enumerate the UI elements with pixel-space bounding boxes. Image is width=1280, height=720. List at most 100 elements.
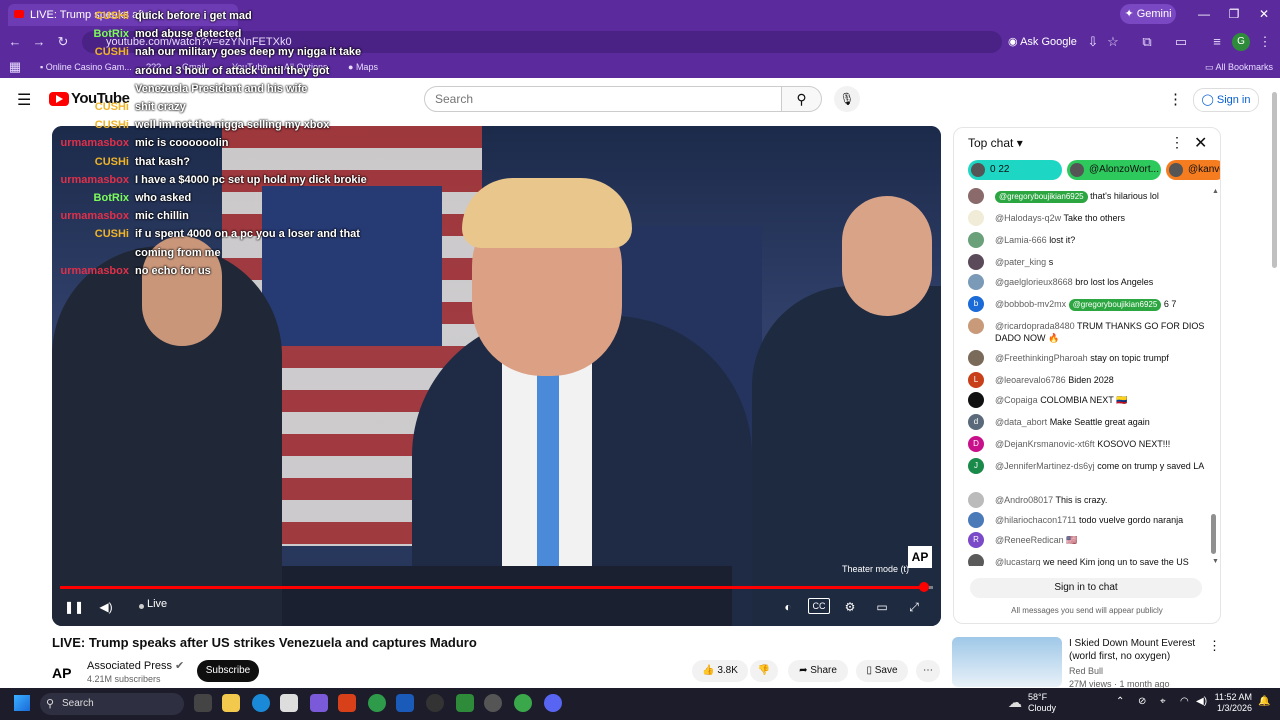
weather-widget[interactable]: 58°F Cloudy <box>1028 692 1056 714</box>
chat-message-list[interactable]: @gregoryboujikian6925 that's hilarious l… <box>954 186 1220 566</box>
live-label[interactable]: Live <box>147 598 167 610</box>
save-button[interactable]: ▯ Save <box>856 660 908 682</box>
close-window-icon[interactable]: ✕ <box>1252 4 1276 24</box>
notification-icon[interactable]: 🔔 <box>1258 696 1270 707</box>
chat-author[interactable]: @DejanKrsmanovic-xt6ft <box>995 439 1095 449</box>
chat-mention[interactable]: @gregoryboujikian6925 <box>995 191 1088 203</box>
app-icon-3[interactable] <box>426 694 444 712</box>
recommendation-title[interactable]: I Skied Down Mount Everest (world first,… <box>1069 637 1199 663</box>
progress-scrubber[interactable] <box>919 582 929 592</box>
maximize-icon[interactable]: ❐ <box>1222 4 1246 24</box>
reload-icon[interactable]: ↻ <box>54 33 72 51</box>
dislike-button[interactable]: 👎 <box>750 660 778 682</box>
chat-avatar[interactable] <box>968 254 984 270</box>
fullscreen-icon[interactable]: ⤢ <box>904 598 924 616</box>
app-icon-2[interactable] <box>338 694 356 712</box>
bookmark-youtube[interactable]: YouTube <box>232 60 267 74</box>
chat-author[interactable]: @FreethinkingPharoah <box>995 353 1088 363</box>
bookmark-all-options[interactable]: All Options <box>284 60 328 74</box>
share-button[interactable]: ➦ Share <box>788 660 848 682</box>
location-icon[interactable]: ⌖ <box>1160 696 1166 707</box>
chat-avatar[interactable] <box>968 392 984 408</box>
chat-author[interactable]: @ReneeRedican <box>995 535 1064 545</box>
app-icon-4[interactable] <box>484 694 502 712</box>
sign-in-button[interactable]: ◯ Sign in <box>1193 88 1259 112</box>
chat-author[interactable]: @bobbob-mv2mx <box>995 299 1066 309</box>
install-icon[interactable]: ⇩ <box>1084 33 1102 51</box>
ticker-pill-2[interactable]: @AlonzoWort... <box>1067 160 1161 180</box>
chat-avatar[interactable] <box>968 492 984 508</box>
profile-avatar[interactable]: G <box>1232 33 1250 51</box>
ticker-pill-1[interactable]: 0 22 <box>968 160 1062 180</box>
chat-author[interactable]: @Andro08017 <box>995 495 1053 505</box>
system-clock[interactable]: 11:52 AM 1/3/2026 <box>1214 692 1252 714</box>
extensions-icon[interactable]: ⧉ <box>1138 33 1156 51</box>
scroll-up-icon[interactable]: ▲ <box>1212 188 1219 195</box>
chat-author[interactable]: @lucastarg <box>995 557 1041 566</box>
task-view-icon[interactable] <box>194 694 212 712</box>
chat-author[interactable]: @Copaiga <box>995 395 1038 405</box>
chat-mode-selector[interactable]: Top chat ▾ <box>968 136 1023 150</box>
chat-avatar[interactable]: b <box>968 296 984 312</box>
app-icon-1[interactable] <box>310 694 328 712</box>
hamburger-menu-icon[interactable]: ☰ <box>17 90 31 110</box>
bookmark-maps[interactable]: ● Maps <box>348 60 378 74</box>
xbox-icon[interactable] <box>456 694 474 712</box>
settings-gear-icon[interactable]: ⚙ <box>840 598 860 616</box>
chat-mention[interactable]: @gregoryboujikian6925 <box>1068 299 1162 311</box>
youtube-logo-text[interactable]: YouTube <box>71 90 130 107</box>
subscribe-button[interactable]: Subscribe <box>197 660 259 682</box>
all-bookmarks[interactable]: ▭ All Bookmarks <box>1205 60 1273 74</box>
speaker-icon[interactable]: ◀) <box>1196 696 1207 707</box>
recommendation-menu-icon[interactable]: ⋮ <box>1208 638 1221 654</box>
chat-more-icon[interactable]: ⋮ <box>1170 134 1184 151</box>
network-icon[interactable]: ⊘ <box>1138 696 1146 707</box>
chat-avatar[interactable]: D <box>968 436 984 452</box>
chat-avatar[interactable]: R <box>968 532 984 548</box>
recommendation-thumbnail[interactable] <box>952 637 1062 687</box>
minimize-icon[interactable]: — <box>1192 4 1216 24</box>
video-player[interactable]: AP Theater mode (t) ❚❚ ◀) Live ◐ CC ⚙ ▭ … <box>52 126 941 626</box>
chat-avatar[interactable] <box>968 188 984 204</box>
settings-dots-icon[interactable]: ⋮ <box>1168 90 1183 108</box>
volume-icon[interactable]: ◀) <box>97 598 115 616</box>
chat-author[interactable]: @JenniferMartinez-ds6yj <box>995 461 1095 471</box>
sign-in-to-chat-button[interactable]: Sign in to chat <box>970 578 1202 598</box>
chat-avatar[interactable] <box>968 232 984 248</box>
tray-chevron-icon[interactable]: ⌃ <box>1116 696 1124 707</box>
chrome-icon[interactable] <box>368 694 386 712</box>
chat-author[interactable]: @hilariochacon1711 <box>995 515 1077 525</box>
channel-avatar[interactable]: AP <box>52 660 78 686</box>
cast-icon[interactable]: ▭ <box>1172 33 1190 51</box>
windows-start-icon[interactable] <box>14 695 30 711</box>
back-icon[interactable]: ← <box>6 33 24 51</box>
chat-avatar[interactable] <box>968 318 984 334</box>
apps-grid-icon[interactable]: ▦ <box>6 58 24 76</box>
chat-close-icon[interactable]: ✕ <box>1194 133 1207 153</box>
bookmark-star-icon[interactable]: ☆ <box>1104 33 1122 51</box>
browser-menu-icon[interactable]: ⋮ <box>1256 33 1274 51</box>
discord-icon[interactable] <box>544 694 562 712</box>
bookmark-casino[interactable]: ▪ Online Casino Gam... <box>40 60 132 74</box>
chat-avatar[interactable] <box>968 512 984 528</box>
address-bar[interactable]: youtube.com/watch?v=ezYNnFETXk0 <box>82 31 1002 53</box>
chat-scrollbar[interactable] <box>1211 514 1216 554</box>
chat-author[interactable]: @leoarevalo6786 <box>995 375 1066 385</box>
chat-avatar[interactable]: d <box>968 414 984 430</box>
browser-tab[interactable]: LIVE: Trump speaks afte… <box>8 4 238 26</box>
bookmark-2[interactable]: ??? <box>146 60 161 74</box>
forward-icon[interactable]: → <box>30 33 48 51</box>
chat-avatar[interactable] <box>968 350 984 366</box>
chat-author[interactable]: @data_abort <box>995 417 1047 427</box>
chat-avatar[interactable]: J <box>968 458 984 474</box>
voice-search-button[interactable]: 🎙 <box>834 86 860 112</box>
gemini-button[interactable]: ✦ Gemini <box>1120 4 1176 24</box>
store-icon[interactable] <box>280 694 298 712</box>
bookmark-gmail[interactable]: Gmail <box>182 60 206 74</box>
media-icon[interactable]: ≡ <box>1208 33 1226 51</box>
chat-author[interactable]: @pater_king <box>995 257 1046 267</box>
edge-icon[interactable] <box>252 694 270 712</box>
more-actions-icon[interactable]: ⋯ <box>916 660 940 682</box>
chat-avatar[interactable] <box>968 274 984 290</box>
theater-mode-icon[interactable]: ▭ <box>872 598 892 616</box>
